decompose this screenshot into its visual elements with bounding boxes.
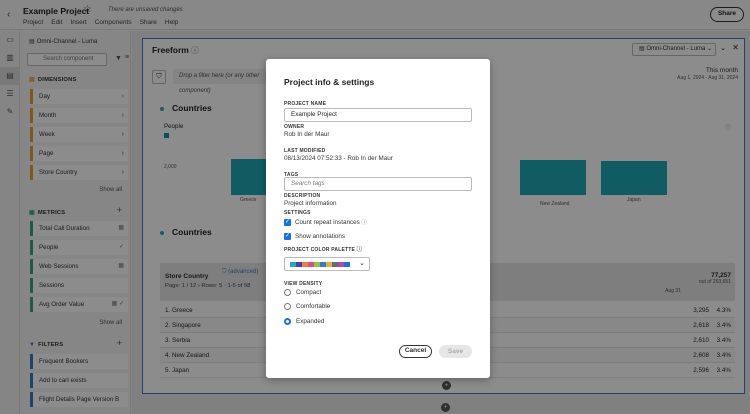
dialog-title: Project info & settings	[284, 77, 375, 87]
checkbox-checked-icon[interactable]: ✓	[284, 219, 291, 226]
palette-label: PROJECT COLOR PALETTE ⓘ	[284, 247, 363, 253]
view-density-label: VIEW DENSITY	[284, 281, 323, 287]
density-compact-radio[interactable]: Compact	[284, 289, 321, 297]
checkbox-checked-icon[interactable]: ✓	[284, 233, 291, 240]
cancel-button[interactable]: Cancel	[399, 345, 432, 358]
last-modified-value: 08/13/2024 07:52:33 - Rob In der Maur	[284, 155, 393, 162]
palette-swatch	[344, 262, 350, 267]
last-modified-label: LAST MODIFIED	[284, 148, 326, 154]
description-label: DESCRIPTION	[284, 193, 321, 199]
color-palette-dropdown[interactable]: ⌄	[284, 257, 370, 271]
count-repeat-checkbox[interactable]: ✓ Count repeat instances ⓘ	[284, 219, 367, 227]
project-name-label: PROJECT NAME	[284, 101, 327, 107]
show-annotations-checkbox[interactable]: ✓ Show annotations	[284, 233, 345, 241]
info-icon[interactable]: ⓘ	[362, 220, 368, 226]
owner-label: OWNER	[284, 124, 305, 130]
project-settings-dialog: Project info & settings PROJECT NAME Exa…	[266, 59, 490, 378]
description-value[interactable]: Project information	[284, 200, 337, 207]
radio-unchecked-icon[interactable]	[284, 289, 291, 296]
density-expanded-radio[interactable]: Expanded	[284, 318, 324, 326]
tags-input[interactable]: Search tags	[284, 177, 472, 191]
radio-checked-icon[interactable]	[284, 318, 291, 325]
settings-label: SETTINGS	[284, 210, 311, 216]
radio-unchecked-icon[interactable]	[284, 303, 291, 310]
project-name-input[interactable]: Example Project	[284, 108, 472, 122]
density-comfortable-radio[interactable]: Comfortable	[284, 303, 330, 311]
info-icon[interactable]: ⓘ	[357, 247, 363, 253]
owner-value: Rob In der Maur	[284, 131, 330, 138]
chevron-down-icon[interactable]: ⌄	[359, 259, 365, 267]
save-button[interactable]: Save	[439, 345, 472, 358]
